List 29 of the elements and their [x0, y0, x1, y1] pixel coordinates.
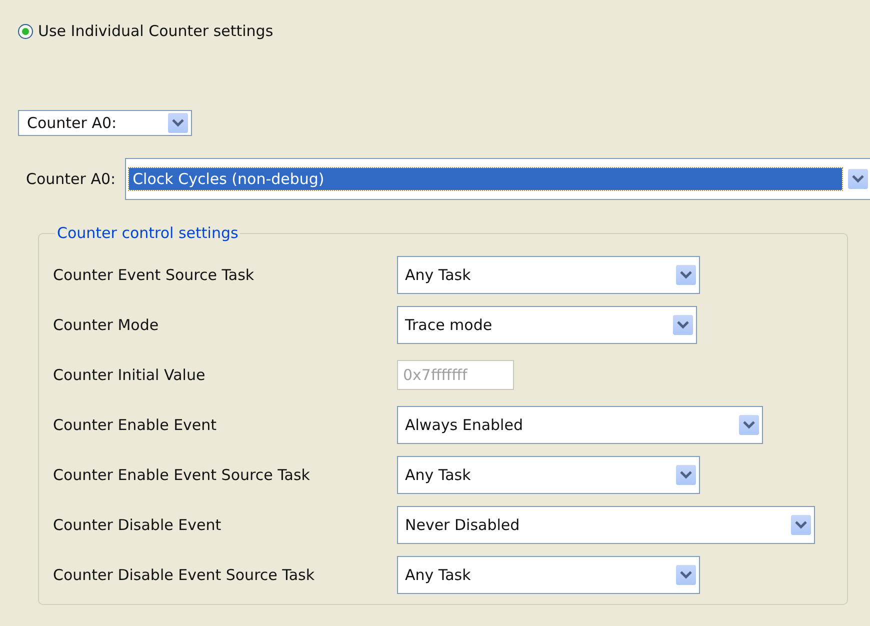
event-dropdown[interactable]: Clock Cycles (non-debug) — [124, 158, 870, 200]
radio-label: Use Individual Counter settings — [38, 22, 274, 40]
field-label: Counter Event Source Task — [53, 266, 256, 284]
chevron-down-icon — [676, 265, 696, 285]
field-label: Counter Enable Event — [53, 416, 218, 434]
radio-button[interactable] — [18, 24, 33, 38]
field-label: Counter Initial Value — [53, 366, 206, 384]
field-label: Counter Disable Event — [53, 516, 222, 534]
chevron-down-icon — [676, 465, 696, 485]
group-title: Counter control settings — [56, 224, 240, 242]
selected-value: Clock Cycles (non-debug) — [128, 168, 842, 190]
dropdown[interactable]: Any Task — [397, 256, 700, 294]
chevron-down-icon — [673, 315, 693, 335]
chevron-down-icon — [791, 515, 811, 535]
field-label: Counter A0: — [26, 170, 116, 188]
chevron-down-icon — [168, 113, 188, 133]
field-label: Counter Enable Event Source Task — [53, 466, 311, 484]
dropdown[interactable]: Never Disabled — [397, 506, 815, 544]
dropdown[interactable]: Any Task — [397, 556, 700, 594]
counter-dropdown[interactable]: Counter A0: — [18, 110, 192, 136]
field-label: Counter Mode — [53, 316, 160, 334]
chevron-down-icon — [676, 565, 696, 585]
chevron-down-icon — [848, 169, 868, 189]
dropdown[interactable]: Any Task — [397, 456, 700, 494]
dropdown[interactable]: Always Enabled — [397, 406, 763, 444]
radio-option[interactable]: Use Individual Counter settings — [18, 20, 870, 42]
dropdown[interactable]: Trace mode — [397, 306, 697, 344]
field-label: Counter Disable Event Source Task — [53, 566, 316, 584]
chevron-down-icon — [739, 415, 759, 435]
